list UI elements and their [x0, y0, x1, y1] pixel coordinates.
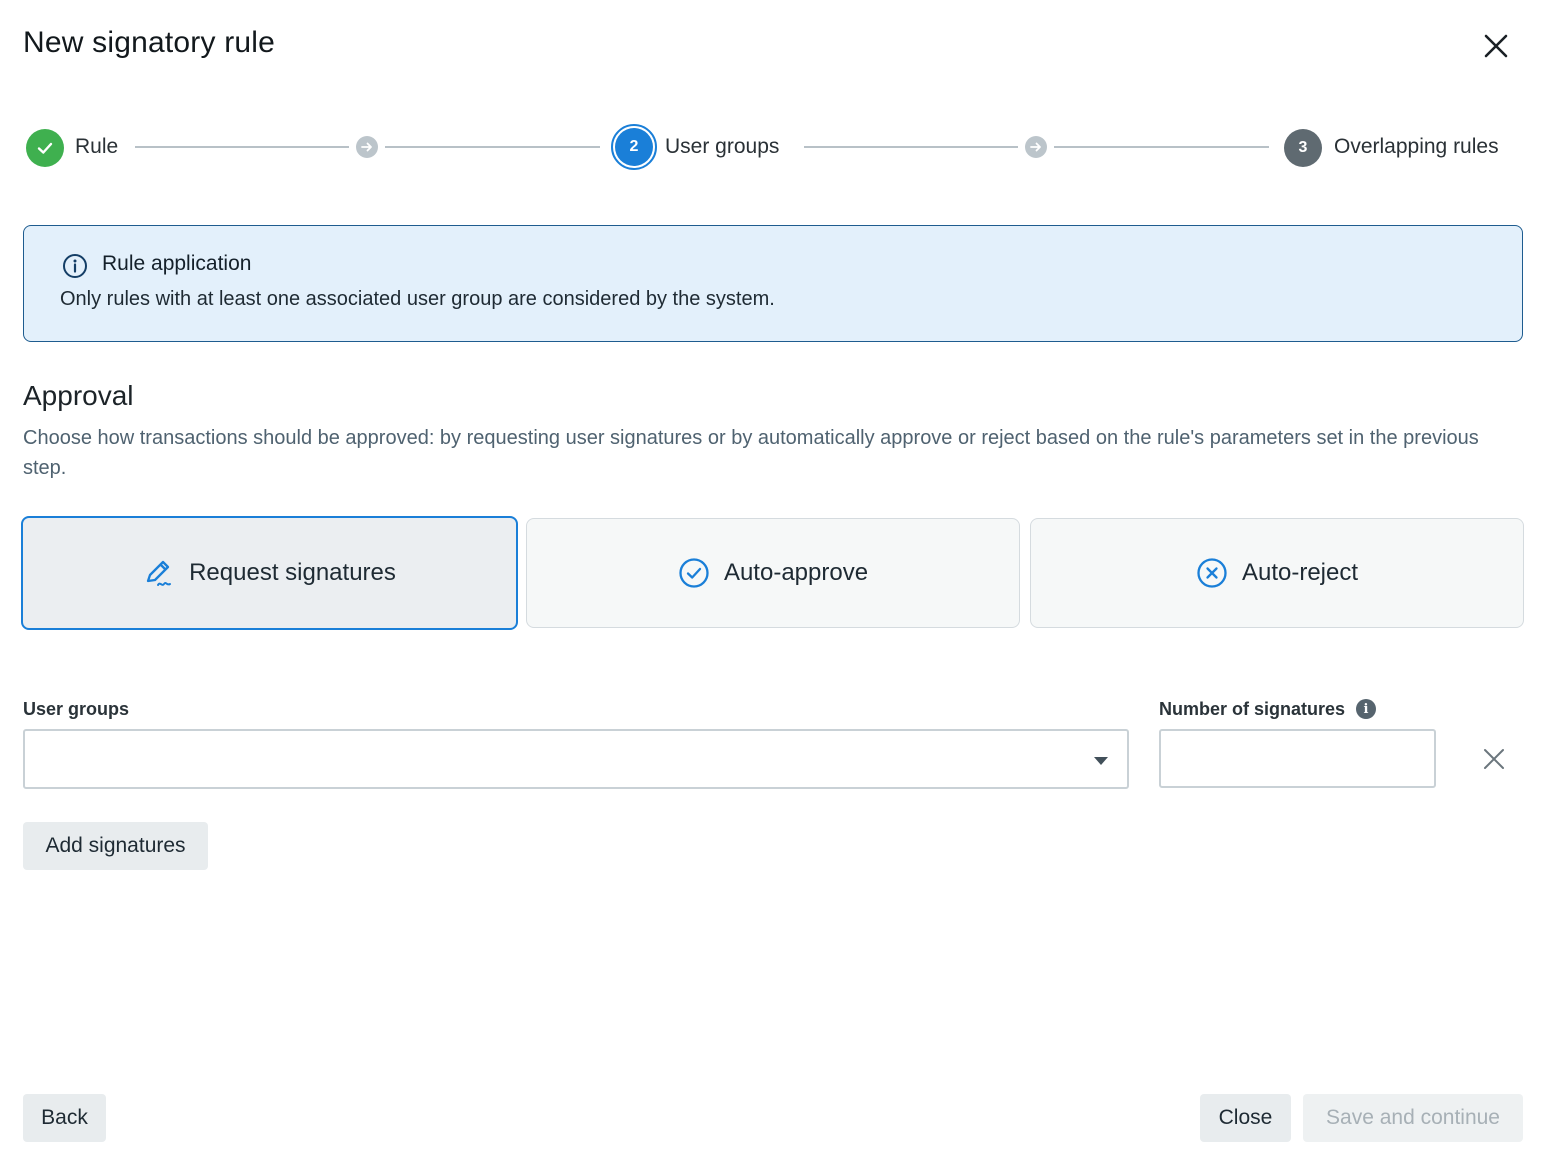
chevron-down-icon — [1094, 757, 1108, 765]
step-label-overlapping-rules: Overlapping rules — [1334, 135, 1499, 158]
stepper: Rule 2 User groups 3 Overlapping rules — [0, 124, 1549, 170]
save-and-continue-button[interactable]: Save and continue — [1303, 1094, 1523, 1142]
step-connector — [385, 146, 600, 148]
approval-description: Choose how transactions should be approv… — [23, 427, 1479, 479]
close-icon[interactable] — [1478, 28, 1514, 64]
arrow-right-icon — [1025, 136, 1047, 158]
info-icon[interactable]: i — [1356, 699, 1376, 719]
option-request-signatures[interactable]: Request signatures — [21, 516, 518, 630]
add-signatures-button[interactable]: Add signatures — [23, 822, 208, 870]
step-number-3: 3 — [1284, 129, 1322, 167]
check-circle-icon — [678, 557, 710, 589]
step-connector — [804, 146, 1018, 148]
info-banner: Rule application Only rules with at leas… — [23, 225, 1523, 342]
user-groups-label: User groups — [23, 699, 130, 719]
remove-row-icon[interactable] — [1479, 744, 1509, 774]
arrow-right-icon — [356, 136, 378, 158]
dialog-title: New signatory rule — [23, 26, 276, 59]
step-label-user-groups: User groups — [665, 135, 780, 158]
info-icon — [62, 253, 88, 279]
pen-signature-icon — [143, 557, 175, 589]
close-button[interactable]: Close — [1200, 1094, 1291, 1142]
user-groups-select[interactable] — [23, 729, 1129, 789]
option-label: Auto-approve — [723, 559, 869, 586]
step-number-2: 2 — [615, 128, 653, 166]
banner-text: Only rules with at least one associated … — [60, 288, 775, 310]
option-label: Request signatures — [189, 559, 396, 586]
option-auto-approve[interactable]: Auto-approve — [526, 518, 1020, 628]
back-button[interactable]: Back — [23, 1094, 106, 1142]
step-connector — [135, 146, 349, 148]
banner-title: Rule application — [102, 252, 252, 275]
approval-title: Approval — [23, 380, 134, 411]
number-of-signatures-input[interactable] — [1159, 729, 1436, 788]
step-connector — [1054, 146, 1269, 148]
option-auto-reject[interactable]: Auto-reject — [1030, 518, 1524, 628]
step-label-rule: Rule — [75, 135, 119, 158]
step-rule-check-icon — [26, 129, 64, 167]
option-label: Auto-reject — [1241, 559, 1359, 586]
number-of-signatures-label: Number of signatures — [1159, 699, 1346, 719]
x-circle-icon — [1196, 557, 1228, 589]
